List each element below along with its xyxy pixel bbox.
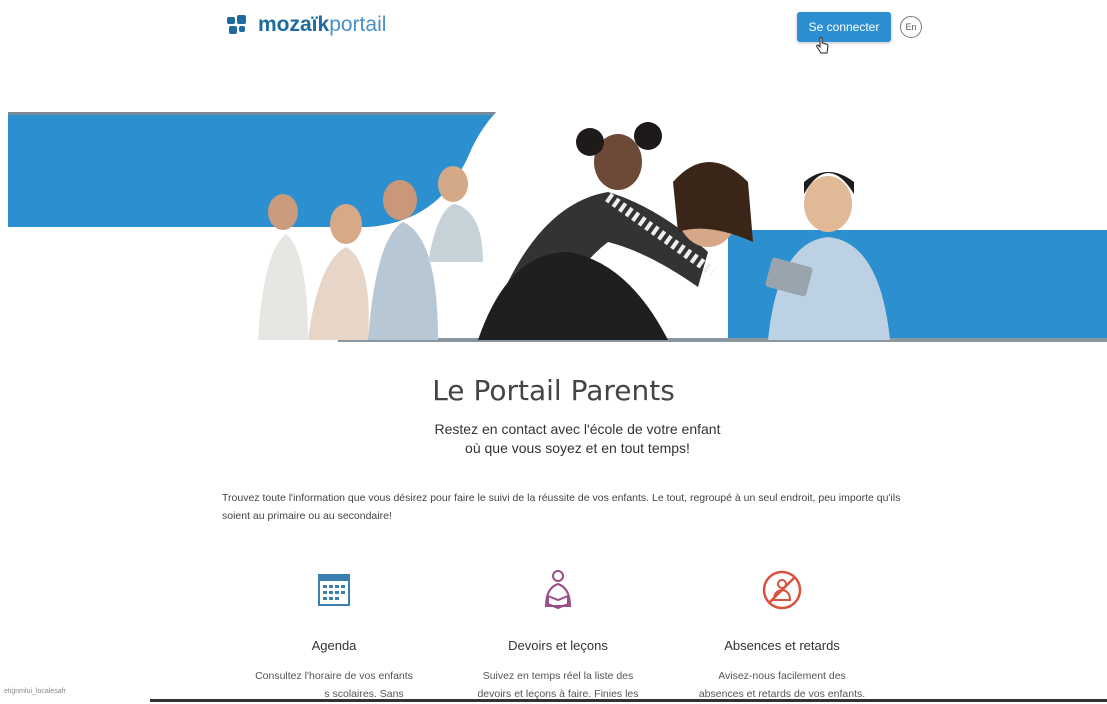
bottom-divider — [150, 699, 1107, 702]
feature-description: Suivez en temps réel la liste des devoir… — [458, 667, 658, 703]
status-bar-url: etignmlui_localesafr — [4, 688, 66, 695]
reading-person-icon — [544, 570, 572, 610]
feature-title: Devoirs et leçons — [508, 638, 608, 653]
page-title: Le Portail Parents — [432, 374, 675, 407]
feature-desc-line: Avisez-nous facilement des — [718, 670, 846, 682]
logo-brand: mozaïk — [258, 13, 330, 36]
feature-description: Avisez-nous facilement des absences et r… — [682, 667, 882, 703]
logo-product: portail — [329, 13, 387, 36]
feature-desc-line: Suivez en temps réel la liste des — [482, 670, 634, 682]
feature-devoirs: Devoirs et leçons Suivez en temps réel l… — [458, 566, 658, 703]
calendar-icon — [318, 574, 350, 606]
feature-title: Agenda — [311, 638, 357, 653]
hand-pointer-icon — [816, 37, 829, 54]
mozaik-portail-logo[interactable]: mozaïkportail — [226, 14, 386, 36]
page-subtitle: Restez en contact avec l'école de votre … — [0, 420, 1107, 458]
logo-text: mozaïkportail — [258, 14, 386, 36]
hero-family-image — [8, 112, 1107, 342]
subtitle-line-2: où que vous soyez et en tout temps! — [465, 440, 690, 456]
hero-banner — [8, 112, 1107, 342]
logo-mark-icon — [227, 15, 246, 34]
subtitle-line-1: Restez en contact avec l'école de votre … — [434, 421, 721, 437]
feature-desc-line: Consultez l'horaire de vos enfants — [255, 670, 413, 682]
feature-description: Consultez l'horaire de vos enfants s sco… — [234, 667, 434, 703]
language-toggle-button[interactable]: En — [900, 16, 922, 38]
top-bar: mozaïkportail Se connecter En — [0, 0, 1107, 60]
feature-absences: Absences et retards Avisez-nous facileme… — [682, 566, 882, 703]
login-button[interactable]: Se connecter — [797, 12, 891, 42]
feature-title: Absences et retards — [724, 638, 840, 653]
absence-icon — [762, 570, 802, 610]
intro-paragraph: Trouvez toute l'information que vous dés… — [222, 492, 901, 522]
feature-agenda: Agenda Consultez l'horaire de vos enfant… — [234, 566, 434, 703]
